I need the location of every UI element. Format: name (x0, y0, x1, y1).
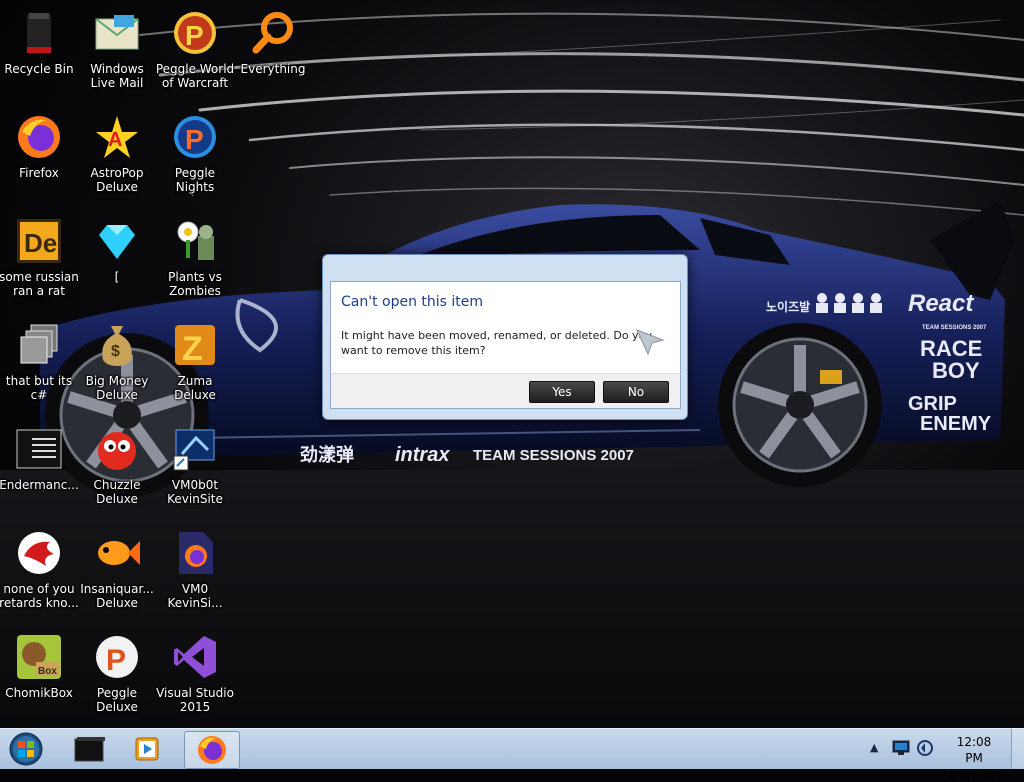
money-bag-icon: $ (92, 320, 142, 370)
desktop-icon-chuzzle-deluxe[interactable]: Chuzzle Deluxe (79, 420, 155, 520)
terminal-window-icon (74, 737, 105, 762)
decal-team-sessions: TEAM SESSIONS 2007 (473, 447, 634, 464)
decal-enemy: ENEMY (920, 413, 992, 435)
decal-grip: GRIP (908, 393, 957, 415)
peggle-deluxe-icon: P (92, 632, 142, 682)
visual-studio-icon (170, 632, 220, 682)
desktop-icon-area: Recycle Bin Firefox De some russian ran … (0, 0, 305, 728)
taskbar: ▲ 12:08 PM 8/9/2024 (0, 728, 1024, 781)
dialog-title: Can't open this item (341, 294, 484, 310)
show-desktop-button[interactable] (1011, 729, 1024, 769)
peggle-nights-icon: P (170, 112, 220, 162)
diamond-icon (92, 216, 142, 266)
no-button[interactable]: No (603, 381, 669, 403)
clock-time: 12:08 PM (956, 735, 992, 765)
chomikbox-icon: Box (14, 632, 64, 682)
mail-icon (92, 8, 142, 58)
taskbar-firefox-button[interactable] (184, 731, 240, 769)
desktop-icon-endermanc[interactable]: Endermanc... (0, 420, 79, 520)
speaker-icon[interactable] (916, 739, 934, 757)
svg-text:A: A (108, 129, 122, 151)
decal-react: React (908, 290, 974, 317)
decal-kanji: 劲漾弹 (300, 444, 354, 465)
windows-stack-icon (14, 320, 64, 370)
desktop-icon-that-but-its-csharp[interactable]: that but its c# (1, 316, 77, 416)
desktop-icon-everything[interactable]: Everything (235, 4, 311, 104)
start-orb-icon (9, 732, 43, 766)
show-hidden-icons-chevron[interactable]: ▲ (870, 741, 878, 754)
rear-wheel (718, 323, 882, 487)
cant-open-item-dialog: Can't open this item It might have been … (322, 254, 688, 420)
desktop-icon-zuma-deluxe[interactable]: Z Zuma Deluxe (157, 316, 233, 416)
plants-zombies-icon (170, 216, 220, 266)
svg-text:Z: Z (182, 330, 203, 368)
desktop-icon-recycle-bin[interactable]: Recycle Bin (1, 4, 77, 104)
firefox-icon (198, 736, 226, 764)
recycle-bin-icon (14, 8, 64, 58)
desktop-icon-peggle-deluxe[interactable]: P Peggle Deluxe (79, 628, 155, 728)
desktop-icon-vm0-kevinsite[interactable]: VM0 KevinSi... (157, 524, 233, 624)
desktop-icon-plants-vs-zombies[interactable]: Plants vs Zombies (157, 212, 233, 312)
astropop-icon: A (92, 112, 142, 162)
mouse-cursor-icon (636, 329, 665, 356)
network-monitor-icon[interactable] (892, 740, 910, 756)
svg-text:Box: Box (38, 666, 57, 677)
desktop-icon-peggle-nights-deluxe[interactable]: P Peggle Nights Deluxe (157, 108, 233, 208)
console-icon (14, 424, 64, 474)
decal-boy: BOY (932, 358, 980, 383)
system-tray: ▲ 12:08 PM 8/9/2024 (860, 729, 1024, 781)
taskbar-media-player-button[interactable] (120, 731, 174, 767)
decal-react-sub: TEAM SESSIONS 2007 (922, 325, 987, 331)
start-button[interactable] (6, 731, 46, 767)
chuzzle-icon (92, 424, 142, 474)
search-magnifier-icon (248, 8, 298, 58)
yes-button[interactable]: Yes (529, 381, 595, 403)
taskbar-clock[interactable]: 12:08 PM 8/9/2024 (948, 734, 1002, 782)
desktop-icon-bracket[interactable]: [ (79, 212, 155, 312)
svg-text:P: P (185, 124, 204, 155)
desktop-icon-peggle-world-of-warcraft[interactable]: P Peggle World of Warcraft ... (156, 4, 234, 104)
peggle-icon: P (170, 8, 220, 58)
goldfish-icon (92, 528, 142, 578)
svg-text:$: $ (111, 343, 120, 360)
svg-text:De: De (24, 228, 57, 258)
dialog-message: It might have been moved, renamed, or de… (341, 329, 653, 357)
desktop-icon-insaniquarium-deluxe[interactable]: Insaniquar... Deluxe (79, 524, 155, 624)
de-app-icon: De (14, 216, 64, 266)
desktop-icon-windows-live-mail[interactable]: Windows Live Mail (79, 4, 155, 104)
dialog-content-area: Can't open this item It might have been … (330, 281, 681, 375)
desktop-icon-chomikbox[interactable]: Box ChomikBox (1, 628, 77, 728)
desktop-icon-firefox[interactable]: Firefox (1, 108, 77, 208)
desktop-icon-big-money-deluxe[interactable]: $ Big Money Deluxe (79, 316, 155, 416)
desktop-icon-none-of-you[interactable]: none of you retards kno... (0, 524, 79, 624)
zuma-icon: Z (170, 320, 220, 370)
taskbar-terminal-button[interactable] (62, 731, 116, 767)
desktop-icon-astropop-deluxe[interactable]: A AstroPop Deluxe (79, 108, 155, 208)
firefox-file-icon (170, 528, 220, 578)
red-dragon-icon (14, 528, 64, 578)
firefox-icon (14, 112, 64, 162)
media-player-icon (135, 737, 159, 761)
clock-date: 8/9/2024 (948, 767, 1002, 781)
desktop-icon-visual-studio-2015[interactable]: Visual Studio 2015 (156, 628, 234, 728)
decal-korean: 노이즈발 (766, 299, 810, 314)
desktop-icon-vm0b0t-kevinsite[interactable]: VM0b0t KevinSite (157, 420, 233, 520)
decal-sponsor: intrax (395, 444, 450, 466)
desktop-icon-some-russian-ran-a-rat[interactable]: De some russian ran a rat (0, 212, 79, 312)
svg-text:P: P (106, 644, 126, 677)
svg-text:P: P (185, 20, 204, 51)
vm-shortcut-icon (170, 424, 220, 474)
